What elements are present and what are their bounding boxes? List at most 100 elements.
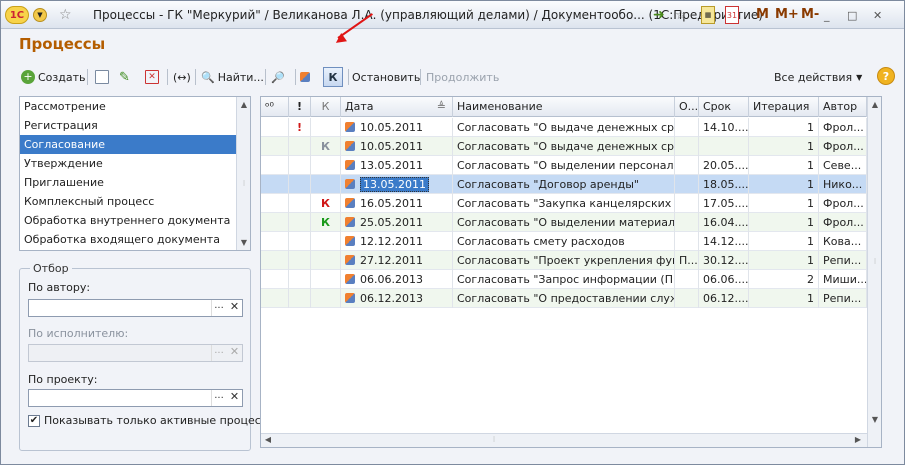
scroll-up-icon[interactable]: ▲ bbox=[870, 100, 880, 109]
table-cell-date: 27.12.2011 bbox=[341, 251, 453, 270]
table-cell-k bbox=[311, 118, 341, 137]
scroll-down-icon[interactable]: ▼ bbox=[870, 415, 880, 424]
column-header-author[interactable]: Автор bbox=[819, 97, 867, 117]
cancel-search-button[interactable]: 🔎 bbox=[271, 67, 285, 87]
author-select-button[interactable]: ... bbox=[211, 300, 226, 316]
stop-button[interactable]: Остановить bbox=[352, 67, 420, 87]
table-cell-deadline: 06.06.... bbox=[699, 270, 749, 289]
help-button[interactable]: ? bbox=[877, 67, 895, 85]
close-icon[interactable]: ✕ bbox=[873, 6, 882, 24]
date-text: 10.05.2011 bbox=[360, 140, 423, 153]
list-scrollbar[interactable]: ▲ ⁝ ▼ bbox=[236, 97, 250, 250]
table-cell-deadline: 14.12.... bbox=[699, 232, 749, 251]
table-row[interactable]: ! 10.05.2011 Согласовать "О выдаче денежны… bbox=[261, 118, 867, 137]
table-cell-deadline: 18.05.... bbox=[699, 175, 749, 194]
column-header-o[interactable]: О... bbox=[675, 97, 699, 117]
table-cell-author: Севе... bbox=[819, 156, 867, 175]
memory-m-plus-button[interactable]: M+ bbox=[775, 7, 799, 22]
title-bar: 1С ▼ ☆ Процессы - ГК "Меркурий" / Велика… bbox=[1, 1, 904, 29]
scroll-up-icon[interactable]: ▲ bbox=[239, 100, 249, 109]
author-field[interactable]: ... ✕ bbox=[28, 299, 243, 317]
table-cell bbox=[261, 213, 289, 232]
executor-clear-button[interactable]: ✕ bbox=[227, 345, 242, 361]
executor-select-button[interactable]: ... bbox=[211, 345, 226, 361]
table-cell bbox=[261, 175, 289, 194]
horizontal-scrollbar[interactable]: ◀ ⁝ ▶ bbox=[261, 433, 867, 447]
table-cell-date: 10.05.2011 bbox=[341, 118, 453, 137]
favorites-star-icon[interactable]: ☆ bbox=[675, 6, 687, 24]
table-cell-excl bbox=[289, 232, 311, 251]
list-item[interactable]: Утверждение bbox=[20, 154, 250, 173]
continue-button[interactable]: Продолжить bbox=[426, 67, 499, 87]
table-row[interactable]: 06.12.2013 Согласовать "О предоставлении … bbox=[261, 289, 867, 308]
list-item[interactable]: Регистрация bbox=[20, 116, 250, 135]
memory-m-button[interactable]: M bbox=[756, 7, 769, 22]
forward-arrow-icon[interactable]: ➜ bbox=[653, 6, 665, 24]
list-item[interactable]: Согласование bbox=[20, 135, 250, 154]
table-cell bbox=[261, 270, 289, 289]
calculator-icon[interactable]: ▦ bbox=[701, 6, 715, 24]
table-row[interactable]: 13.05.2011 Согласовать "Договор аренды" 18… bbox=[261, 175, 867, 194]
author-clear-button[interactable]: ✕ bbox=[227, 300, 242, 316]
table-row[interactable]: К 10.05.2011 Согласовать "О выдаче денежны… bbox=[261, 137, 867, 156]
create-button[interactable]: + Создать bbox=[21, 67, 86, 87]
list-item[interactable]: Комплексный процесс bbox=[20, 192, 250, 211]
plus-icon: + bbox=[21, 70, 35, 84]
column-header-iteration[interactable]: Итерация bbox=[749, 97, 819, 117]
table-cell-author: Фрол... bbox=[819, 213, 867, 232]
table-cell-author: Миши... bbox=[819, 270, 867, 289]
copy-button[interactable] bbox=[95, 67, 112, 87]
executor-field[interactable]: ... ✕ bbox=[28, 344, 243, 362]
list-item[interactable]: Приглашение bbox=[20, 173, 250, 192]
table-row[interactable]: 12.12.2011 Согласовать смету расходов 14.1… bbox=[261, 232, 867, 251]
1c-logo-icon[interactable]: 1С bbox=[5, 6, 29, 24]
k-toggle-button[interactable]: К bbox=[323, 67, 343, 87]
list-item[interactable]: Обработка входящего документа bbox=[20, 230, 250, 249]
table-cell-deadline: 06.12.... bbox=[699, 289, 749, 308]
column-header-k[interactable]: К bbox=[311, 97, 341, 117]
list-item[interactable]: Рассмотрение bbox=[20, 97, 250, 116]
all-actions-button[interactable]: Все действия ▼ bbox=[774, 67, 862, 87]
table-cell-iteration: 1 bbox=[749, 118, 819, 137]
table-row[interactable]: 13.05.2011 Согласовать "О выделении персо… bbox=[261, 156, 867, 175]
scroll-down-icon[interactable]: ▼ bbox=[239, 238, 249, 247]
project-select-button[interactable]: ... bbox=[211, 390, 226, 406]
scroll-left-icon[interactable]: ◀ bbox=[263, 435, 273, 444]
column-header-deadline[interactable]: Срок bbox=[699, 97, 749, 117]
process-icon bbox=[345, 274, 355, 284]
memory-m-minus-button[interactable]: M- bbox=[801, 7, 819, 22]
column-header-hierarchy[interactable]: ᵒ⁰ bbox=[261, 97, 289, 117]
table-cell-o bbox=[675, 175, 699, 194]
process-type-list[interactable]: Рассмотрение Регистрация Согласование Утвер… bbox=[19, 96, 251, 251]
minimize-icon[interactable]: _ bbox=[824, 6, 830, 24]
table-row[interactable]: 27.12.2011 Согласовать "Проект укрепления… bbox=[261, 251, 867, 270]
cancel-search-icon: 🔎 bbox=[271, 70, 285, 84]
calendar-icon[interactable]: 31 bbox=[725, 6, 739, 24]
find-button[interactable]: 🔍 Найти... bbox=[201, 67, 264, 87]
main-menu-dropdown-icon[interactable]: ▼ bbox=[33, 8, 47, 22]
project-field[interactable]: ... ✕ bbox=[28, 389, 243, 407]
vertical-scrollbar[interactable]: ▲ ⁝ ▼ bbox=[867, 97, 881, 447]
active-only-checkbox[interactable]: ✔ bbox=[28, 415, 40, 427]
hierarchy-button[interactable]: (↔) bbox=[173, 67, 191, 87]
process-flag-button[interactable] bbox=[300, 67, 315, 87]
column-header-importance[interactable]: ! bbox=[289, 97, 311, 117]
find-label: Найти... bbox=[217, 70, 264, 84]
process-table[interactable]: ᵒ⁰ ! К Дата ≜ Наименование О... Срок Ите… bbox=[260, 96, 882, 448]
table-row[interactable]: К 16.05.2011 Согласовать "Закупка канцеляр… bbox=[261, 194, 867, 213]
project-clear-button[interactable]: ✕ bbox=[227, 390, 242, 406]
process-icon bbox=[345, 255, 355, 265]
favorite-star-icon[interactable]: ☆ bbox=[59, 6, 72, 24]
column-header-name[interactable]: Наименование bbox=[453, 97, 675, 117]
delete-button[interactable]: ✕ bbox=[145, 67, 162, 87]
table-cell-name: Согласовать смету расходов bbox=[453, 232, 675, 251]
column-header-date[interactable]: Дата ≜ bbox=[341, 97, 453, 117]
divider bbox=[167, 69, 168, 85]
create-label: Создать bbox=[38, 70, 86, 84]
list-item[interactable]: Обработка внутреннего документа bbox=[20, 211, 250, 230]
table-row[interactable]: К 25.05.2011 Согласовать "О выделении мате… bbox=[261, 213, 867, 232]
table-row[interactable]: 06.06.2013 Согласовать "Запрос информации… bbox=[261, 270, 867, 289]
scroll-right-icon[interactable]: ▶ bbox=[853, 435, 863, 444]
maximize-icon[interactable]: □ bbox=[847, 6, 857, 24]
edit-button[interactable]: ✎ bbox=[119, 67, 130, 87]
